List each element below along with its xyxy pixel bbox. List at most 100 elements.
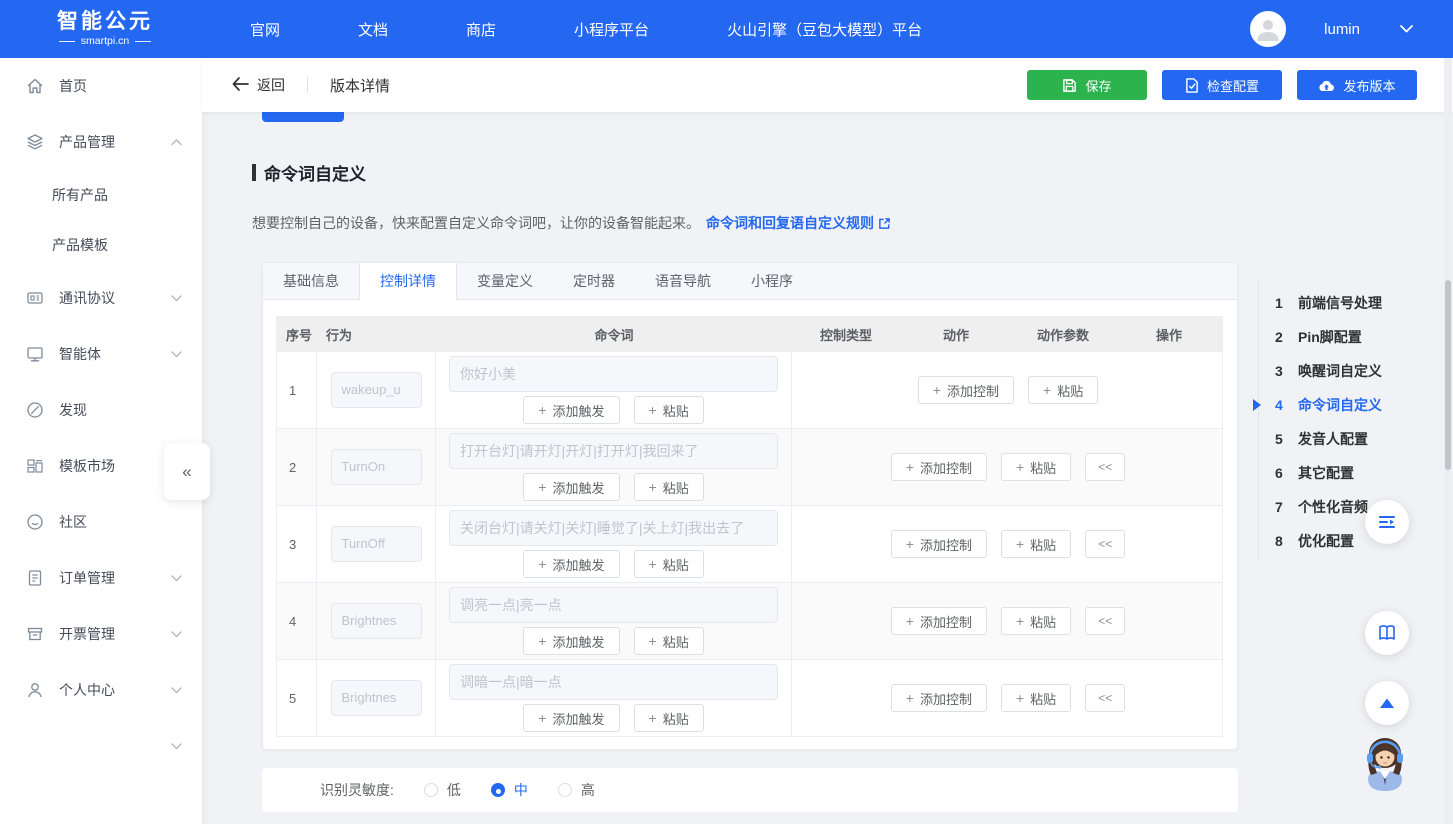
sidebar-item-communication-protocol[interactable]: 通讯协议 (0, 270, 202, 326)
behavior-input[interactable]: wakeup_u (331, 372, 422, 408)
sidebar-item-community[interactable]: 社区 (0, 494, 202, 550)
tab-miniprogram[interactable]: 小程序 (731, 263, 813, 299)
step-front-signal[interactable]: 1前端信号处理 (1259, 286, 1382, 320)
step-pin-config[interactable]: 2Pin脚配置 (1259, 320, 1382, 354)
command-input[interactable]: 你好小美 (449, 356, 778, 392)
sidebar-item-label: 订单管理 (59, 568, 171, 588)
chevron-down-icon[interactable] (1400, 25, 1413, 33)
paste-button[interactable]: +粘贴 (634, 550, 704, 578)
sidebar-item-agent[interactable]: 智能体 (0, 326, 202, 382)
nav-item-official-site[interactable]: 官网 (250, 19, 280, 40)
page-scrollbar[interactable] (1444, 58, 1452, 824)
step-command-words[interactable]: 4命令词自定义 (1259, 388, 1382, 422)
command-input[interactable]: 调暗一点|暗一点 (449, 664, 778, 700)
sidebar-item-all-products[interactable]: 所有产品 (0, 170, 202, 220)
paste-button[interactable]: +粘贴 (1001, 684, 1071, 712)
add-trigger-button[interactable]: +添加触发 (523, 704, 619, 732)
nav-item-miniprogram-platform[interactable]: 小程序平台 (574, 19, 649, 40)
sidebar-item-invoice-management[interactable]: 开票管理 (0, 606, 202, 662)
behavior-input[interactable]: Brightnes (331, 680, 422, 716)
step-wakeword[interactable]: 3唤醒词自定义 (1259, 354, 1382, 388)
sidebar-collapse-button[interactable]: « (164, 443, 210, 500)
back-button[interactable]: 返回 (232, 75, 285, 95)
command-input[interactable]: 打开台灯|请开灯|开灯|打开灯|我回来了 (449, 433, 778, 469)
clipped-button[interactable] (262, 112, 344, 122)
radio-medium[interactable]: 中 (491, 780, 528, 800)
behavior-input[interactable]: TurnOff (331, 526, 422, 562)
collapse-row-button[interactable]: << (1085, 607, 1125, 635)
collapse-row-button[interactable]: << (1085, 453, 1125, 481)
command-input[interactable]: 调亮一点|亮一点 (449, 587, 778, 623)
tab-basic-info[interactable]: 基础信息 (263, 263, 360, 299)
save-button[interactable]: 保存 (1027, 70, 1147, 100)
plus-icon: + (649, 402, 657, 418)
sidebar-item-extra[interactable] (0, 718, 202, 774)
radio-high[interactable]: 高 (558, 780, 595, 800)
tab-variable-definition[interactable]: 变量定义 (457, 263, 553, 299)
step-optimize-config[interactable]: 8优化配置 (1259, 524, 1382, 558)
collapse-row-button[interactable]: << (1085, 530, 1125, 558)
sidebar-item-order-management[interactable]: 订单管理 (0, 550, 202, 606)
nav-item-volcano-platform[interactable]: 火山引擎（豆包大模型）平台 (727, 19, 922, 40)
rules-link[interactable]: 命令词和回复语自定义规则 (706, 213, 891, 233)
step-personal-audio[interactable]: 7个性化音频 (1259, 490, 1382, 524)
paste-button[interactable]: +粘贴 (1001, 453, 1071, 481)
paste-button[interactable]: +粘贴 (634, 704, 704, 732)
nav-item-store[interactable]: 商店 (466, 19, 496, 40)
plus-icon: + (538, 710, 546, 726)
add-control-button[interactable]: +添加控制 (891, 607, 987, 635)
tab-control-detail[interactable]: 控制详情 (360, 263, 457, 300)
paste-button[interactable]: +粘贴 (1001, 607, 1071, 635)
behavior-cell: TurnOff (317, 506, 436, 582)
paste-button[interactable]: +粘贴 (634, 627, 704, 655)
nav-item-docs[interactable]: 文档 (358, 19, 388, 40)
paste-button[interactable]: +粘贴 (634, 396, 704, 424)
logo[interactable]: 智能公元 smartpi.cn (40, 11, 170, 47)
sidebar-item-discover[interactable]: 发现 (0, 382, 202, 438)
check-config-button[interactable]: 检查配置 (1162, 70, 1282, 100)
step-other-config[interactable]: 6其它配置 (1259, 456, 1382, 490)
command-input[interactable]: 关闭台灯|请关灯|关灯|睡觉了|关上灯|我出去了 (449, 510, 778, 546)
sidebar-item-label: 个人中心 (59, 680, 171, 700)
behavior-input[interactable]: TurnOn (331, 449, 422, 485)
add-control-button[interactable]: +添加控制 (891, 684, 987, 712)
add-control-button[interactable]: +添加控制 (891, 453, 987, 481)
sidebar-item-home[interactable]: 首页 (0, 58, 202, 114)
publish-version-button[interactable]: 发布版本 (1297, 70, 1417, 100)
command-buttons: +添加触发 +粘贴 (449, 550, 778, 578)
add-trigger-label: 添加触发 (552, 555, 604, 574)
sidebar-item-product-management[interactable]: 产品管理 (0, 114, 202, 170)
command-cell: 调暗一点|暗一点 +添加触发 +粘贴 (436, 660, 792, 736)
add-control-button[interactable]: +添加控制 (891, 530, 987, 558)
behavior-input[interactable]: Brightnes (331, 603, 422, 639)
radio-low[interactable]: 低 (424, 780, 461, 800)
add-trigger-button[interactable]: +添加触发 (523, 627, 619, 655)
tab-voice-navigation[interactable]: 语音导航 (635, 263, 731, 299)
collapse-row-button[interactable]: << (1085, 684, 1125, 712)
tab-timer[interactable]: 定时器 (553, 263, 635, 299)
user-avatar[interactable] (1250, 11, 1286, 47)
customer-service-avatar[interactable] (1356, 733, 1414, 795)
publish-version-label: 发布版本 (1343, 76, 1395, 95)
steps-toggle-button[interactable] (1365, 500, 1409, 544)
step-label: 优化配置 (1298, 531, 1354, 551)
add-trigger-button[interactable]: +添加触发 (523, 550, 619, 578)
section-description-row: 想要控制自己的设备，快来配置自定义命令词吧，让你的设备智能起来。 命令词和回复语… (252, 213, 891, 233)
paste-button[interactable]: +粘贴 (634, 473, 704, 501)
paste-button[interactable]: +粘贴 (1001, 530, 1071, 558)
chevron-down-icon (171, 351, 182, 358)
sidebar-item-personal-center[interactable]: 个人中心 (0, 662, 202, 718)
add-trigger-button[interactable]: +添加触发 (523, 473, 619, 501)
docs-button[interactable] (1365, 611, 1409, 655)
active-step-arrow (1253, 399, 1261, 411)
username[interactable]: lumin (1324, 21, 1360, 38)
add-control-button[interactable]: +添加控制 (918, 376, 1014, 404)
step-voice-config[interactable]: 5发音人配置 (1259, 422, 1382, 456)
paste-button[interactable]: +粘贴 (1028, 376, 1098, 404)
plus-icon: + (538, 402, 546, 418)
scrollbar-thumb[interactable] (1445, 280, 1451, 470)
add-trigger-button[interactable]: +添加触发 (523, 396, 619, 424)
back-to-top-button[interactable] (1365, 681, 1409, 725)
sidebar-item-product-templates[interactable]: 产品模板 (0, 220, 202, 270)
person-icon (1252, 13, 1284, 45)
